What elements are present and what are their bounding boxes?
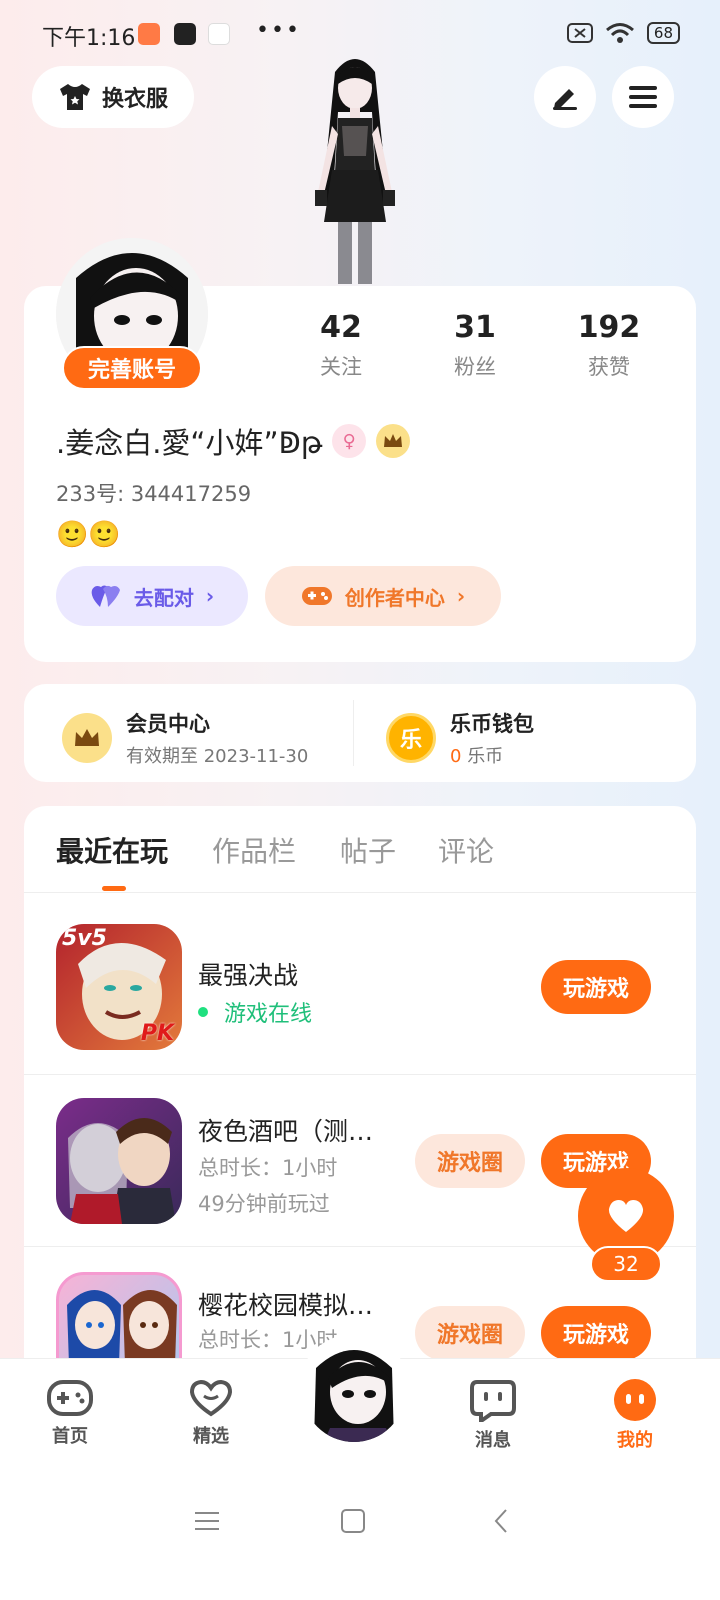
game-title: 樱花校园模拟… (198, 1291, 374, 1320)
wallet-amount: 0 (450, 746, 462, 767)
stat-followers[interactable]: 31 粉丝 (420, 310, 530, 381)
nickname-row: .姜念白.愛“小姩”ↁթ ♀ (56, 420, 411, 462)
badge-5v5: 5v5 (62, 926, 107, 951)
menu-button[interactable] (612, 66, 674, 128)
member-center-entry[interactable]: 会员中心 有效期至 2023-11-30 (62, 708, 308, 768)
nav-messages[interactable]: 消息 (448, 1378, 538, 1452)
game-icon-yese-bar (56, 1098, 182, 1224)
complete-account-button[interactable]: 完善账号 (62, 346, 202, 390)
like-count-badge: 32 (590, 1246, 662, 1282)
tab-works[interactable]: 作品栏 (212, 830, 296, 870)
system-navigation-bar (0, 1474, 720, 1600)
gamepad-nav-icon (47, 1380, 93, 1416)
go-match-label: 去配对 (133, 585, 194, 610)
avatar-portrait-icon (302, 1338, 406, 1442)
stat-following[interactable]: 42 关注 (286, 310, 396, 381)
avatar-character-figure[interactable] (280, 52, 430, 288)
edit-button[interactable] (534, 66, 596, 128)
user-id: 233号: 344417259 (56, 482, 252, 506)
badge-pk: PK (140, 1021, 174, 1046)
game-online-label: 游戏在线 (224, 1002, 313, 1027)
game-title: 最强决战 (198, 961, 299, 990)
chat-face-nav-icon (470, 1380, 516, 1422)
tab-recent-playing[interactable]: 最近在玩 (56, 830, 168, 870)
change-outfit-label: 换衣服 (101, 87, 168, 112)
hearts-icon (91, 585, 120, 607)
game-icon-zuiqiang: 5v5 PK (56, 924, 182, 1050)
wallet-unit: 乐币 (467, 746, 504, 767)
divider (24, 1074, 696, 1075)
tab-posts[interactable]: 帖子 (340, 830, 396, 870)
game-duration: 总时长：1小时 (198, 1156, 338, 1180)
divider (353, 700, 354, 766)
center-avatar-button[interactable] (298, 1334, 410, 1446)
game-circle-button[interactable]: 游戏圈 (415, 1134, 525, 1188)
likes-count: 192 (577, 310, 641, 345)
nav-featured[interactable]: 精选 (166, 1378, 256, 1448)
game-row[interactable]: 5v5 PK (56, 924, 182, 1050)
chevron-right-icon: › (205, 584, 215, 608)
vip-crown-icon[interactable] (376, 424, 411, 458)
video-app-icon (174, 23, 196, 45)
nav-featured-label: 精选 (193, 1426, 229, 1447)
creator-center-button[interactable]: 创作者中心 › (265, 566, 501, 626)
member-expiry: 有效期至 2023-11-30 (126, 746, 309, 767)
shirt-icon (59, 84, 90, 110)
game-last-played: 49分钟前玩过 (198, 1192, 330, 1216)
heart-outline-nav-icon (189, 1379, 233, 1417)
battery-indicator: 68 (646, 22, 680, 44)
pencil-icon (553, 89, 577, 110)
game-status: 游戏在线 (198, 996, 312, 1028)
wifi-icon (605, 23, 634, 43)
nav-messages-label: 消息 (475, 1430, 511, 1451)
gamepad-icon (301, 587, 332, 605)
change-outfit-button[interactable]: 换衣服 (32, 66, 194, 128)
member-center-title: 会员中心 (126, 712, 210, 736)
followers-count: 31 (454, 310, 496, 345)
home-system-icon[interactable] (340, 1508, 366, 1534)
heart-icon (608, 1200, 644, 1232)
nav-home-label: 首页 (52, 1426, 88, 1447)
go-match-button[interactable]: 去配对 › (56, 566, 248, 626)
game-row[interactable] (56, 1098, 182, 1224)
divider (24, 892, 696, 893)
chevron-right-icon: › (456, 584, 466, 608)
game-circle-button[interactable]: 游戏圈 (415, 1306, 525, 1360)
active-tab-indicator (102, 886, 126, 891)
tab-comments[interactable]: 评论 (438, 830, 494, 870)
nav-mine[interactable]: 我的 (590, 1378, 680, 1452)
play-store-icon (208, 23, 230, 45)
lebi-coin-icon: 乐 (386, 713, 436, 763)
nav-mine-label: 我的 (617, 1430, 653, 1451)
status-icons: 68 (566, 22, 680, 44)
game-title: 夜色酒吧（测… (198, 1117, 374, 1146)
creator-center-label: 创作者中心 (344, 585, 445, 610)
profile-face-nav-icon (614, 1379, 656, 1421)
sim-off-icon (566, 23, 593, 43)
nickname: .姜念白.愛“小姩”ↁթ (56, 426, 323, 460)
following-label: 关注 (320, 355, 362, 379)
online-dot-icon (198, 1007, 208, 1017)
wallet-title: 乐币钱包 (450, 712, 534, 736)
hamburger-icon (629, 86, 657, 108)
play-game-button[interactable]: 玩游戏 (541, 960, 651, 1014)
app-notification-icon (138, 23, 160, 45)
likes-label: 获赞 (588, 355, 630, 379)
nav-home[interactable]: 首页 (25, 1378, 115, 1448)
stat-likes[interactable]: 192 获赞 (554, 310, 664, 381)
wallet-entry[interactable]: 乐 乐币钱包 0 乐币 (386, 708, 534, 768)
play-game-button[interactable]: 玩游戏 (541, 1306, 651, 1360)
crown-icon (62, 713, 112, 763)
followers-label: 粉丝 (454, 355, 496, 379)
back-icon[interactable] (490, 1508, 512, 1534)
more-notifications-icon: ••• (256, 18, 301, 43)
following-count: 42 (320, 310, 362, 345)
status-time: 下午1:16 (42, 26, 136, 51)
recent-apps-icon[interactable] (194, 1508, 220, 1534)
female-icon: ♀ (332, 424, 367, 458)
emoji-badges: 🙂🙂 (56, 520, 121, 550)
